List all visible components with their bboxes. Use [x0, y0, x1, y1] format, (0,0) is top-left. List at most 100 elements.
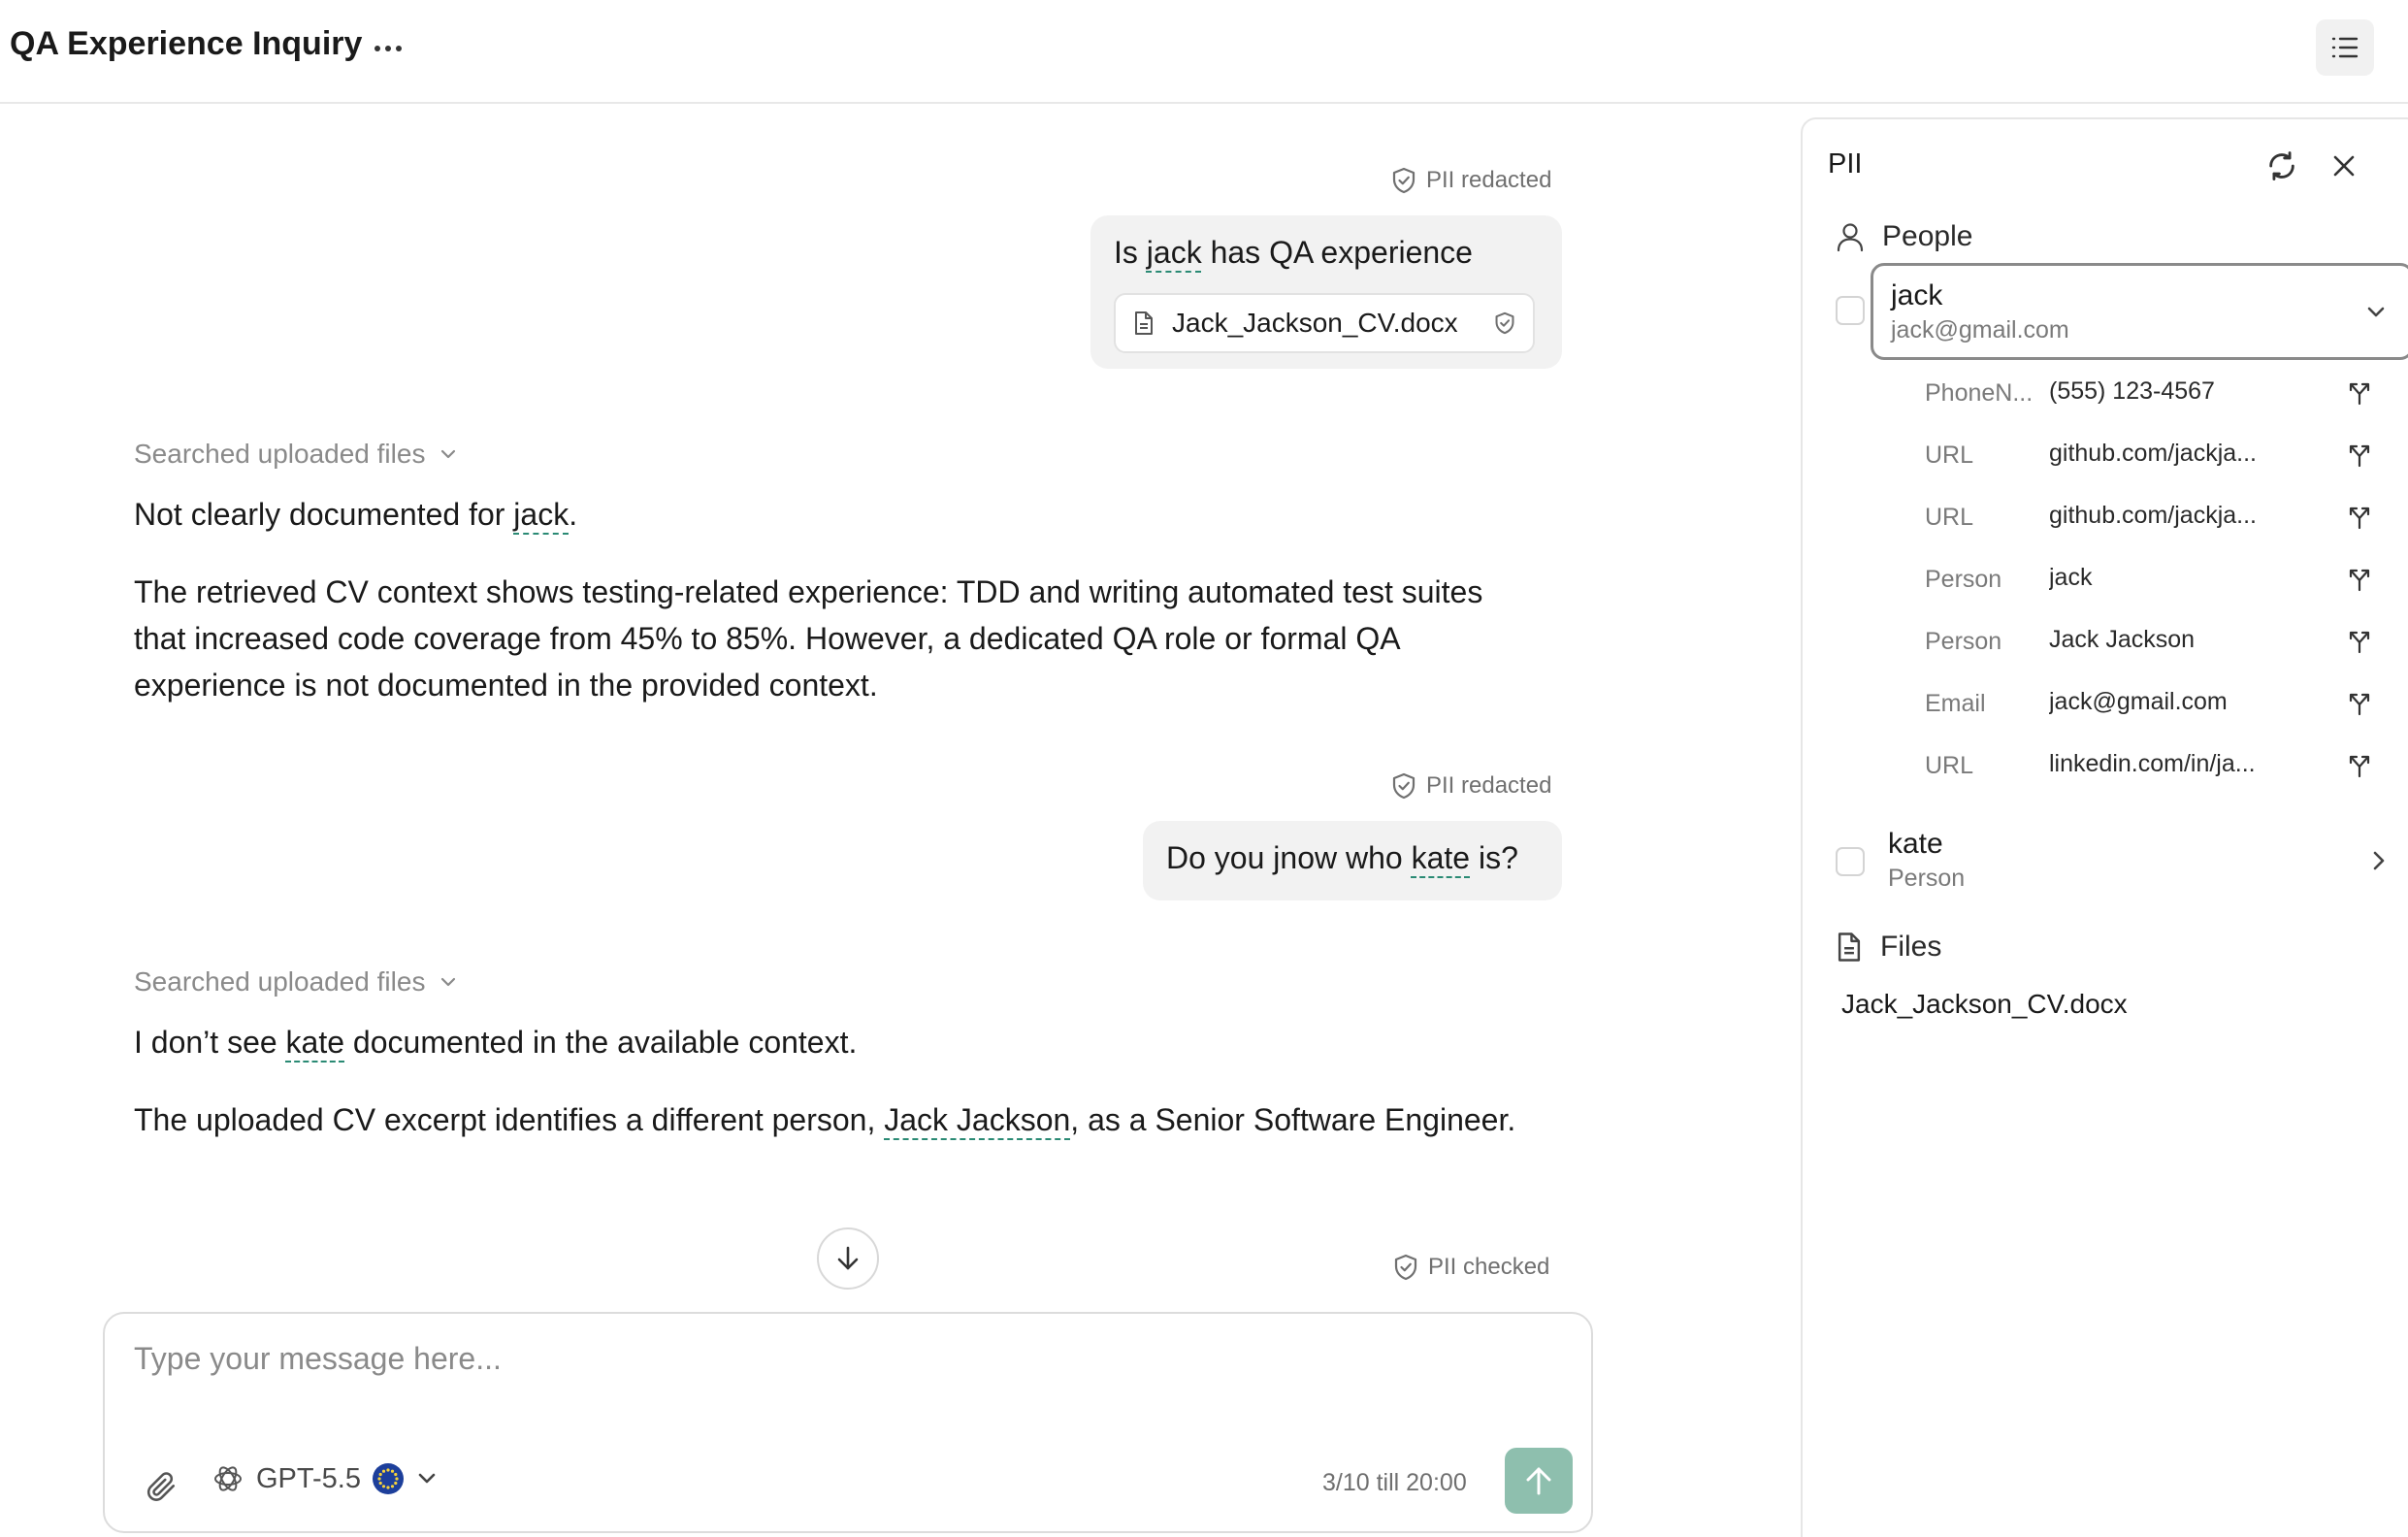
- person-card-kate[interactable]: kate Person: [1871, 814, 2408, 911]
- searched-files-toggle[interactable]: Searched uploaded files: [134, 439, 458, 470]
- chevron-down-icon: [441, 977, 456, 987]
- split-entity-button[interactable]: [2342, 562, 2377, 597]
- person-name: kate: [1888, 828, 1943, 860]
- select-person-checkbox[interactable]: [1836, 847, 1865, 876]
- user-message-bubble: Is jack has QA experience Jack_Jackson_C…: [1090, 215, 1562, 369]
- split-entity-button[interactable]: [2342, 748, 2377, 783]
- searched-files-label: Searched uploaded files: [134, 439, 426, 469]
- person-card-jack[interactable]: jack jack@gmail.com: [1871, 263, 2408, 360]
- pii-redacted-tag[interactable]: PII redacted: [1391, 772, 1551, 800]
- more-dot: [385, 46, 391, 51]
- attached-file-chip[interactable]: Jack_Jackson_CV.docx: [1114, 293, 1535, 353]
- split-entity-button[interactable]: [2342, 376, 2377, 410]
- more-dot: [374, 46, 380, 51]
- pii-entity-highlight[interactable]: Jack Jackson: [884, 1102, 1070, 1137]
- split-icon: [2349, 382, 2370, 406]
- pii-entity-highlight[interactable]: kate: [286, 1025, 344, 1060]
- entity-row: Email jack@gmail.com: [1925, 672, 2391, 735]
- chevron-down-icon: [441, 449, 456, 459]
- entity-row: PhoneN... (555) 123-4567: [1925, 362, 2391, 424]
- shield-check-icon: [1495, 311, 1514, 335]
- attached-file-name: Jack_Jackson_CV.docx: [1172, 308, 1458, 338]
- entity-type: URL: [1925, 752, 1974, 779]
- entity-row: URL github.com/jackja...: [1925, 486, 2391, 548]
- shield-check-icon: [1392, 167, 1416, 194]
- person-type: Person: [1888, 865, 1966, 892]
- scroll-to-bottom-button[interactable]: [817, 1227, 879, 1290]
- entity-value: (555) 123-4567: [2049, 377, 2215, 405]
- pii-status-label: PII redacted: [1426, 772, 1552, 799]
- pii-entity-highlight[interactable]: jack: [1147, 235, 1202, 270]
- pii-redacted-tag[interactable]: PII redacted: [1391, 167, 1551, 194]
- person-name: jack: [1891, 279, 1943, 311]
- people-heading-label: People: [1882, 220, 1973, 252]
- message-input[interactable]: [134, 1341, 1395, 1377]
- message-composer: GPT-5.5 3/10 till 20:00: [103, 1312, 1593, 1533]
- entity-row: URL github.com/jackja...: [1925, 424, 2391, 486]
- header-bar: QA Experience Inquiry: [0, 0, 2408, 104]
- user-message-text: Do you jnow who kate is?: [1166, 840, 1518, 876]
- message-text-part: .: [569, 497, 578, 532]
- close-icon: [2333, 155, 2355, 177]
- shield-check-icon: [1392, 772, 1416, 800]
- send-button[interactable]: [1505, 1448, 1573, 1514]
- entity-value: linkedin.com/in/ja...: [2049, 750, 2256, 777]
- split-entity-button[interactable]: [2342, 624, 2377, 659]
- split-icon: [2349, 569, 2370, 592]
- pii-checked-tag[interactable]: PII checked: [1393, 1254, 1549, 1281]
- entity-value: jack: [2049, 564, 2093, 591]
- person-email: jack@gmail.com: [1891, 316, 2069, 343]
- split-entity-button[interactable]: [2342, 500, 2377, 535]
- document-icon: [1135, 311, 1153, 335]
- model-selector[interactable]: GPT-5.5: [212, 1462, 439, 1495]
- message-text-part: The uploaded CV excerpt identifies a dif…: [134, 1102, 885, 1137]
- panel-title: PII: [1828, 148, 1863, 180]
- attach-file-button[interactable]: [140, 1465, 182, 1508]
- assistant-paragraph: The retrieved CV context shows testing-r…: [134, 574, 1483, 703]
- searched-files-toggle[interactable]: Searched uploaded files: [134, 966, 458, 997]
- collapse-toggle[interactable]: [2360, 297, 2392, 328]
- message-text-part: Is: [1114, 235, 1147, 270]
- entity-type: URL: [1925, 504, 1974, 531]
- message-text-part: is?: [1470, 840, 1518, 875]
- pii-entity-highlight[interactable]: jack: [513, 497, 569, 532]
- split-icon: [2349, 507, 2370, 530]
- entity-type: Email: [1925, 690, 1986, 717]
- message-text-part: I don’t see: [134, 1025, 286, 1060]
- chevron-down-icon: [418, 1473, 436, 1484]
- user-message-text: Is jack has QA experience: [1114, 235, 1473, 271]
- entity-row: URL linkedin.com/in/ja...: [1925, 735, 2391, 797]
- split-entity-button[interactable]: [2342, 438, 2377, 473]
- pii-status-label: PII checked: [1428, 1254, 1550, 1280]
- select-person-checkbox[interactable]: [1836, 296, 1865, 325]
- entity-row: Person jack: [1925, 548, 2391, 610]
- assistant-paragraph: The uploaded CV excerpt identifies a dif…: [134, 1096, 1521, 1143]
- split-entity-button[interactable]: [2342, 686, 2377, 721]
- entity-type: URL: [1925, 441, 1974, 469]
- pii-entity-highlight[interactable]: kate: [1412, 840, 1470, 875]
- assistant-paragraph: Not clearly documented for jack.: [134, 491, 1512, 538]
- assistant-paragraph: I don’t see kate documented in the avail…: [134, 1019, 1512, 1065]
- more-dot: [396, 46, 402, 51]
- message-text-part: documented in the available context.: [344, 1025, 858, 1060]
- entity-value: github.com/jackja...: [2049, 440, 2257, 467]
- entity-type: PhoneN...: [1925, 379, 2034, 407]
- shield-check-icon: [1394, 1254, 1417, 1281]
- refresh-button[interactable]: [2261, 145, 2303, 187]
- entity-type: Person: [1925, 566, 2002, 593]
- split-icon: [2349, 693, 2370, 716]
- openai-logo-icon: [214, 1466, 242, 1491]
- more-options-button[interactable]: [369, 29, 407, 68]
- close-panel-button[interactable]: [2323, 145, 2365, 187]
- toggle-panel-button[interactable]: [2316, 19, 2374, 76]
- expand-toggle[interactable]: [2363, 845, 2394, 876]
- arrow-down-icon: [837, 1246, 859, 1270]
- message-text-part: , as a Senior Software Engineer.: [1070, 1102, 1516, 1137]
- page-title: QA Experience Inquiry: [10, 25, 363, 62]
- entity-value: jack@gmail.com: [2049, 688, 2228, 715]
- file-list-item[interactable]: Jack_Jackson_CV.docx: [1841, 989, 2128, 1020]
- message-text-part: has QA experience: [1201, 235, 1473, 270]
- entity-value: Jack Jackson: [2049, 626, 2196, 653]
- message-text-part: Do you jnow who: [1166, 840, 1412, 875]
- chevron-right-icon: [2373, 851, 2385, 870]
